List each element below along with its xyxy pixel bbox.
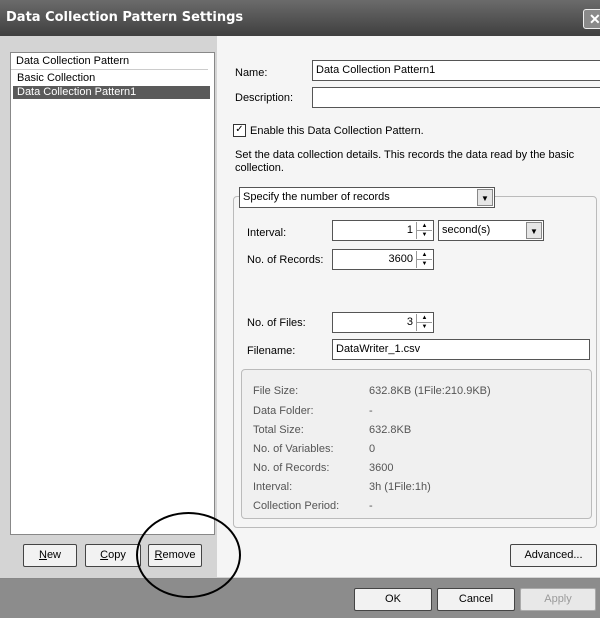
files-label: No. of Files: (247, 317, 306, 329)
down-icon[interactable]: ▼ (417, 260, 432, 268)
summary-key: No. of Variables: (253, 443, 334, 455)
settings-panel: Name: Data Collection Pattern1 Descripti… (217, 36, 600, 577)
cancel-button-label: Cancel (458, 593, 494, 605)
pattern-item-data-collection-pattern1[interactable]: Data Collection Pattern1 (13, 86, 210, 99)
down-icon[interactable]: ▼ (417, 231, 432, 239)
ok-button[interactable]: OK (354, 588, 432, 611)
filename-label: Filename: (247, 345, 296, 357)
advanced-button[interactable]: Advanced... (510, 544, 597, 567)
new-button-label: ew (46, 549, 61, 561)
chevron-down-icon[interactable]: ▼ (526, 222, 542, 239)
name-label: Name: (235, 67, 268, 79)
close-button[interactable]: ✕ (583, 9, 600, 29)
summary-key: Collection Period: (253, 500, 340, 512)
chevron-down-icon[interactable]: ▼ (477, 189, 493, 206)
ok-button-label: OK (385, 593, 401, 605)
window-title: Data Collection Pattern Settings (6, 10, 244, 25)
summary-key: File Size: (253, 385, 299, 397)
interval-unit-select[interactable]: second(s) ▼ (438, 220, 544, 241)
interval-stepper[interactable]: ▲ ▼ (416, 222, 432, 239)
summary-key: Interval: (253, 481, 293, 493)
copy-button[interactable]: Copy (85, 544, 141, 567)
interval-label: Interval: (247, 227, 287, 239)
description-label: Description: (235, 92, 294, 104)
files-spinner[interactable]: 3 ▲ ▼ (332, 312, 434, 333)
pattern-list-header-label: Data Collection Pattern (16, 55, 130, 67)
mode-select[interactable]: Specify the number of records ▼ (239, 187, 495, 208)
records-label: No. of Records: (247, 254, 324, 266)
pattern-item-basic-collection[interactable]: Basic Collection (13, 72, 210, 85)
up-icon[interactable]: ▲ (417, 222, 432, 231)
summary-value: 632.8KB (1File:210.9KB) (369, 385, 491, 397)
summary-value: - (369, 500, 373, 512)
summary-value: 0 (369, 443, 376, 455)
up-icon[interactable]: ▲ (417, 314, 432, 323)
apply-button-label: Apply (544, 593, 572, 605)
down-icon[interactable]: ▼ (417, 323, 432, 331)
summary-key: No. of Records: (253, 462, 330, 474)
interval-unit-value: second(s) (442, 224, 491, 236)
filename-field[interactable]: DataWriter_1.csv (332, 339, 590, 360)
remove-button[interactable]: Remove (148, 544, 202, 567)
pattern-list-header[interactable]: Data Collection Pattern (11, 53, 208, 70)
copy-button-label: opy (108, 549, 126, 561)
files-value: 3 (406, 316, 413, 328)
summary-value: 3h (1File:1h) (369, 481, 431, 493)
advanced-button-label: Advanced... (524, 549, 583, 561)
summary-value: - (369, 405, 373, 417)
up-icon[interactable]: ▲ (417, 251, 432, 260)
files-stepper[interactable]: ▲ ▼ (416, 314, 432, 331)
dialog-button-bar: OK Cancel Apply (0, 579, 600, 618)
records-spinner[interactable]: 3600 ▲ ▼ (332, 249, 434, 270)
summary-key: Data Folder: (253, 405, 314, 417)
interval-value: 1 (406, 224, 413, 236)
title-bar[interactable]: Data Collection Pattern Settings ✕ (0, 0, 600, 36)
records-value: 3600 (388, 253, 413, 265)
close-icon: ✕ (589, 11, 600, 27)
summary-key: Total Size: (253, 424, 304, 436)
hint-text: Set the data collection details. This re… (235, 149, 575, 174)
check-icon: ✓ (235, 124, 244, 135)
summary-box: File Size: 632.8KB (1File:210.9KB) Data … (241, 369, 592, 519)
dialog-window: Data Collection Pattern Settings ✕ Data … (0, 0, 600, 618)
enable-checkbox[interactable]: ✓ (233, 124, 246, 137)
description-field[interactable] (312, 87, 600, 108)
remove-button-label: emove (162, 549, 196, 561)
name-field[interactable]: Data Collection Pattern1 (312, 60, 600, 81)
cancel-button[interactable]: Cancel (437, 588, 515, 611)
summary-value: 632.8KB (369, 424, 412, 436)
apply-button[interactable]: Apply (520, 588, 596, 611)
new-button[interactable]: New (23, 544, 77, 567)
mode-select-value: Specify the number of records (243, 191, 390, 203)
records-stepper[interactable]: ▲ ▼ (416, 251, 432, 268)
pattern-list[interactable]: Data Collection Pattern Basic Collection… (10, 52, 215, 535)
summary-value: 3600 (369, 462, 394, 474)
interval-spinner[interactable]: 1 ▲ ▼ (332, 220, 434, 241)
enable-label: Enable this Data Collection Pattern. (250, 125, 424, 137)
